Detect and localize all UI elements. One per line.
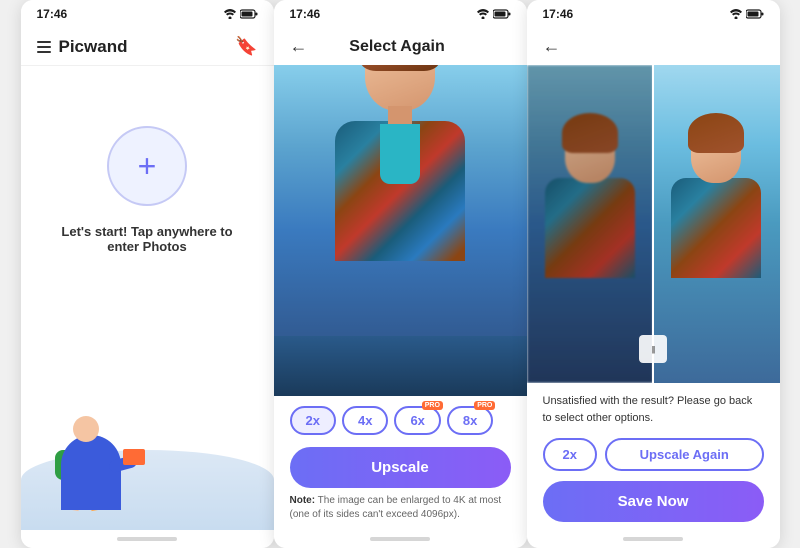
bottom-bar-3 (527, 530, 780, 548)
scale-2x[interactable]: 2x (290, 406, 336, 435)
screen-2: 17:46 ← Select Again (274, 0, 527, 548)
status-icons-1 (224, 9, 258, 19)
home-indicator-2 (370, 537, 430, 541)
note-content: The image can be enlarged to 4K at most … (290, 495, 502, 520)
scale-6x[interactable]: 6x PRO (394, 406, 440, 435)
scale-8x[interactable]: 8x PRO (447, 406, 493, 435)
add-photo-button[interactable]: + (107, 126, 187, 206)
scale-options: 2x 4x 6x PRO 8x PRO (274, 396, 527, 443)
illus-figure (51, 400, 141, 510)
status-bar-3: 17:46 (527, 0, 780, 28)
back-button-2[interactable]: ← (290, 36, 308, 57)
save-now-button[interactable]: Save Now (543, 481, 764, 522)
face (365, 65, 435, 111)
bookmark-icon[interactable]: 🔖 (235, 36, 257, 57)
comparison-after (653, 65, 780, 383)
scale-2x-s3[interactable]: 2x (543, 438, 597, 471)
status-time-2: 17:46 (290, 7, 321, 21)
back-button-3[interactable]: ← (543, 36, 561, 57)
divider-handle[interactable] (639, 335, 667, 363)
wifi-icon-2 (477, 9, 489, 19)
tshirt (380, 124, 420, 184)
hair (360, 65, 440, 71)
photo-container-2 (274, 65, 527, 396)
upscale-again-button[interactable]: Upscale Again (605, 438, 764, 471)
nav-bar-3: ← (527, 28, 780, 65)
bottom-bar-2 (274, 530, 527, 548)
battery-icon-3 (746, 9, 764, 19)
pro-badge-6x: PRO (422, 401, 443, 410)
body (61, 435, 121, 510)
comparison-before (527, 65, 654, 383)
unsatisfied-text: Unsatisfied with the result? Please go b… (527, 383, 780, 434)
nav-title-2: Select Again (349, 38, 444, 56)
prompt-text: Let's start! Tap anywhere to enter Photo… (21, 224, 274, 254)
neck (388, 106, 412, 126)
scale-4x[interactable]: 4x (342, 406, 388, 435)
wifi-icon (224, 9, 236, 19)
screen-1: 17:46 Picwand 🔖 + Let's start! (21, 0, 274, 548)
comparison-container (527, 65, 780, 383)
status-bar-2: 17:46 (274, 0, 527, 28)
bottom-bar-1 (21, 530, 274, 548)
status-time-3: 17:46 (543, 7, 574, 21)
note-bold: Note: (290, 495, 316, 506)
app-header: Picwand 🔖 (21, 28, 274, 66)
photo-display-2 (274, 65, 527, 396)
main-content-1[interactable]: + Let's start! Tap anywhere to enter Pho… (21, 66, 274, 370)
status-icons-2 (477, 9, 511, 19)
before-person (540, 113, 640, 353)
upscale-button[interactable]: Upscale (290, 447, 511, 488)
battery-icon-2 (493, 9, 511, 19)
status-bar-1: 17:46 (21, 0, 274, 28)
illustration (21, 370, 274, 530)
screen-3: 17:46 ← (527, 0, 780, 548)
status-time-1: 17:46 (37, 7, 68, 21)
after-person (666, 113, 766, 353)
status-icons-3 (730, 9, 764, 19)
hamburger-menu[interactable] (37, 41, 51, 53)
person-s2 (325, 65, 475, 356)
home-indicator-3 (623, 537, 683, 541)
plus-icon: + (138, 150, 157, 182)
note-text: Note: The image can be enlarged to 4K at… (274, 494, 527, 530)
battery-icon (240, 9, 258, 19)
nav-bar-2: ← Select Again (274, 28, 527, 65)
home-indicator-1 (117, 537, 177, 541)
head (73, 416, 99, 442)
pro-badge-8x: PRO (474, 401, 495, 410)
bottom-actions: 2x Upscale Again (527, 434, 780, 477)
wifi-icon-3 (730, 9, 742, 19)
envelope (123, 449, 145, 465)
app-title: Picwand (59, 37, 128, 57)
